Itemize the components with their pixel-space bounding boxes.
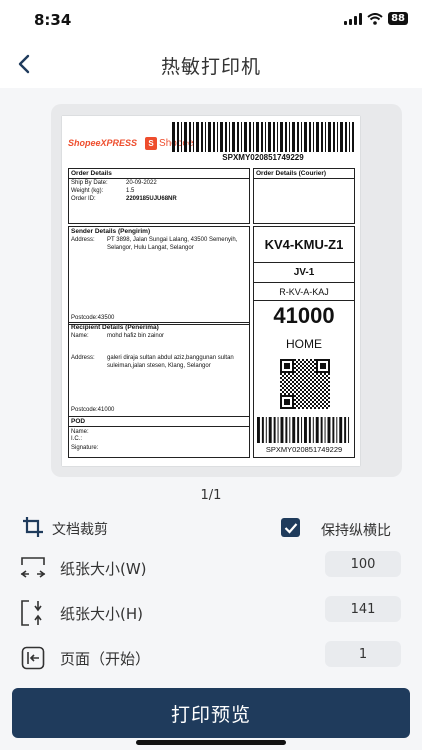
sender-address: Address: PT 3898, Jalan Sungai Lalang, 4…	[71, 237, 238, 251]
route-code: KV4-KMU-Z1	[254, 227, 354, 263]
delivery-type: HOME	[286, 337, 322, 351]
width-label: 纸张大小(W)	[60, 560, 147, 578]
routing-box: KV4-KMU-Z1 JV-1 R-KV-A-KAJ 41000 HOME SP…	[253, 226, 355, 458]
status-bar: 8:34 88	[0, 0, 422, 40]
width-row: 纸张大小(W)	[0, 549, 422, 585]
pod-name: Name:	[71, 429, 89, 435]
keep-ratio-label: 保持纵横比	[321, 523, 391, 539]
height-icon-wrap	[18, 598, 48, 628]
nav-bar: 热敏打印机	[0, 40, 422, 88]
sender-postcode: Postcode:43500	[71, 315, 115, 321]
sender-details-box: Sender Details (Pengirim) Address: PT 38…	[68, 226, 250, 325]
status-time: 8:34	[34, 11, 72, 29]
shopee-bag-icon: S	[145, 136, 158, 150]
home-indicator[interactable]	[136, 740, 286, 745]
recipient-name: Name: mohd hafiz bin zainor	[71, 333, 165, 339]
qr-code	[280, 359, 330, 409]
order-detail-row: Weight (kg): 1.5	[71, 188, 135, 194]
sender-title: Sender Details (Pengirim)	[71, 228, 151, 235]
recipient-details-box: Recipient Details (Penerima) Name: mohd …	[68, 322, 250, 417]
zone-code: R-KV-A-KAJ	[254, 283, 354, 301]
pod-title: POD	[69, 417, 249, 427]
courier-details-title: Order Details (Courier)	[254, 169, 354, 179]
battery-icon: 88	[388, 12, 408, 25]
page-start-input[interactable]	[325, 641, 401, 667]
recipient-address: Address: galeri diraja sultan abdul aziz…	[71, 355, 234, 369]
paper-width-icon	[20, 557, 46, 578]
tracking-number: SPXMY020851749229	[222, 153, 304, 162]
checkmark-icon	[284, 522, 297, 534]
height-row: 纸张大小(H)	[0, 594, 422, 630]
height-input[interactable]	[325, 596, 401, 622]
order-detail-row: Order ID: 2209185UJU68NR	[71, 196, 177, 202]
pod-ic: I.C.:	[71, 436, 83, 442]
print-preview-button[interactable]: 打印预览	[12, 688, 410, 738]
order-details-title: Order Details	[69, 169, 249, 179]
signal-icon	[344, 12, 363, 25]
courier-details-box: Order Details (Courier)	[253, 168, 355, 224]
height-label: 纸张大小(H)	[60, 605, 143, 623]
paper-height-icon	[21, 600, 42, 626]
pod-box: POD Name: I.C.: Signature:	[68, 416, 250, 458]
width-icon-wrap	[18, 553, 48, 583]
wifi-icon	[367, 12, 383, 25]
page-start-icon-wrap	[18, 643, 48, 673]
page-start-row: 页面（开始）	[0, 639, 422, 675]
postcode-big: 41000	[273, 303, 335, 328]
page-start-label: 页面（开始）	[60, 650, 151, 668]
hub-code: JV-1	[254, 263, 354, 283]
order-details-rows: Ship By Date: 20-09-2022 Weight (kg): 1.5 Or…	[69, 179, 249, 203]
page-indicator: 1/1	[200, 488, 222, 503]
crop-button[interactable]	[18, 512, 48, 542]
keep-ratio-checkbox[interactable]	[281, 518, 300, 537]
page-start-icon	[21, 646, 45, 670]
shopee-xpress-logo: ShopeeXPRESS	[68, 138, 138, 148]
shipping-label: ShopeeXPRESS S Shopee SPXMY020851749229 …	[62, 116, 360, 466]
tracking-barcode	[172, 122, 354, 152]
bottom-barcode	[257, 417, 350, 443]
order-details-box: Order Details Ship By Date: 20-09-2022 Wei…	[68, 168, 250, 224]
width-input[interactable]	[325, 551, 401, 577]
label-preview: ShopeeXPRESS S Shopee SPXMY020851749229 …	[51, 104, 402, 477]
recipient-postcode: Postcode:41000	[71, 407, 115, 413]
crop-row: 文档裁剪 保持纵横比	[0, 512, 422, 548]
status-icons: 88	[344, 12, 408, 25]
order-detail-row: Ship By Date: 20-09-2022	[71, 180, 157, 186]
crop-icon	[23, 517, 43, 537]
pod-signature: Signature:	[71, 445, 99, 451]
page-title: 热敏打印机	[160, 56, 261, 78]
crop-label: 文档裁剪	[52, 522, 108, 538]
recipient-title: Recipient Details (Penerima)	[71, 324, 159, 331]
bottom-tracking-number: SPXMY020851749229	[265, 445, 343, 454]
